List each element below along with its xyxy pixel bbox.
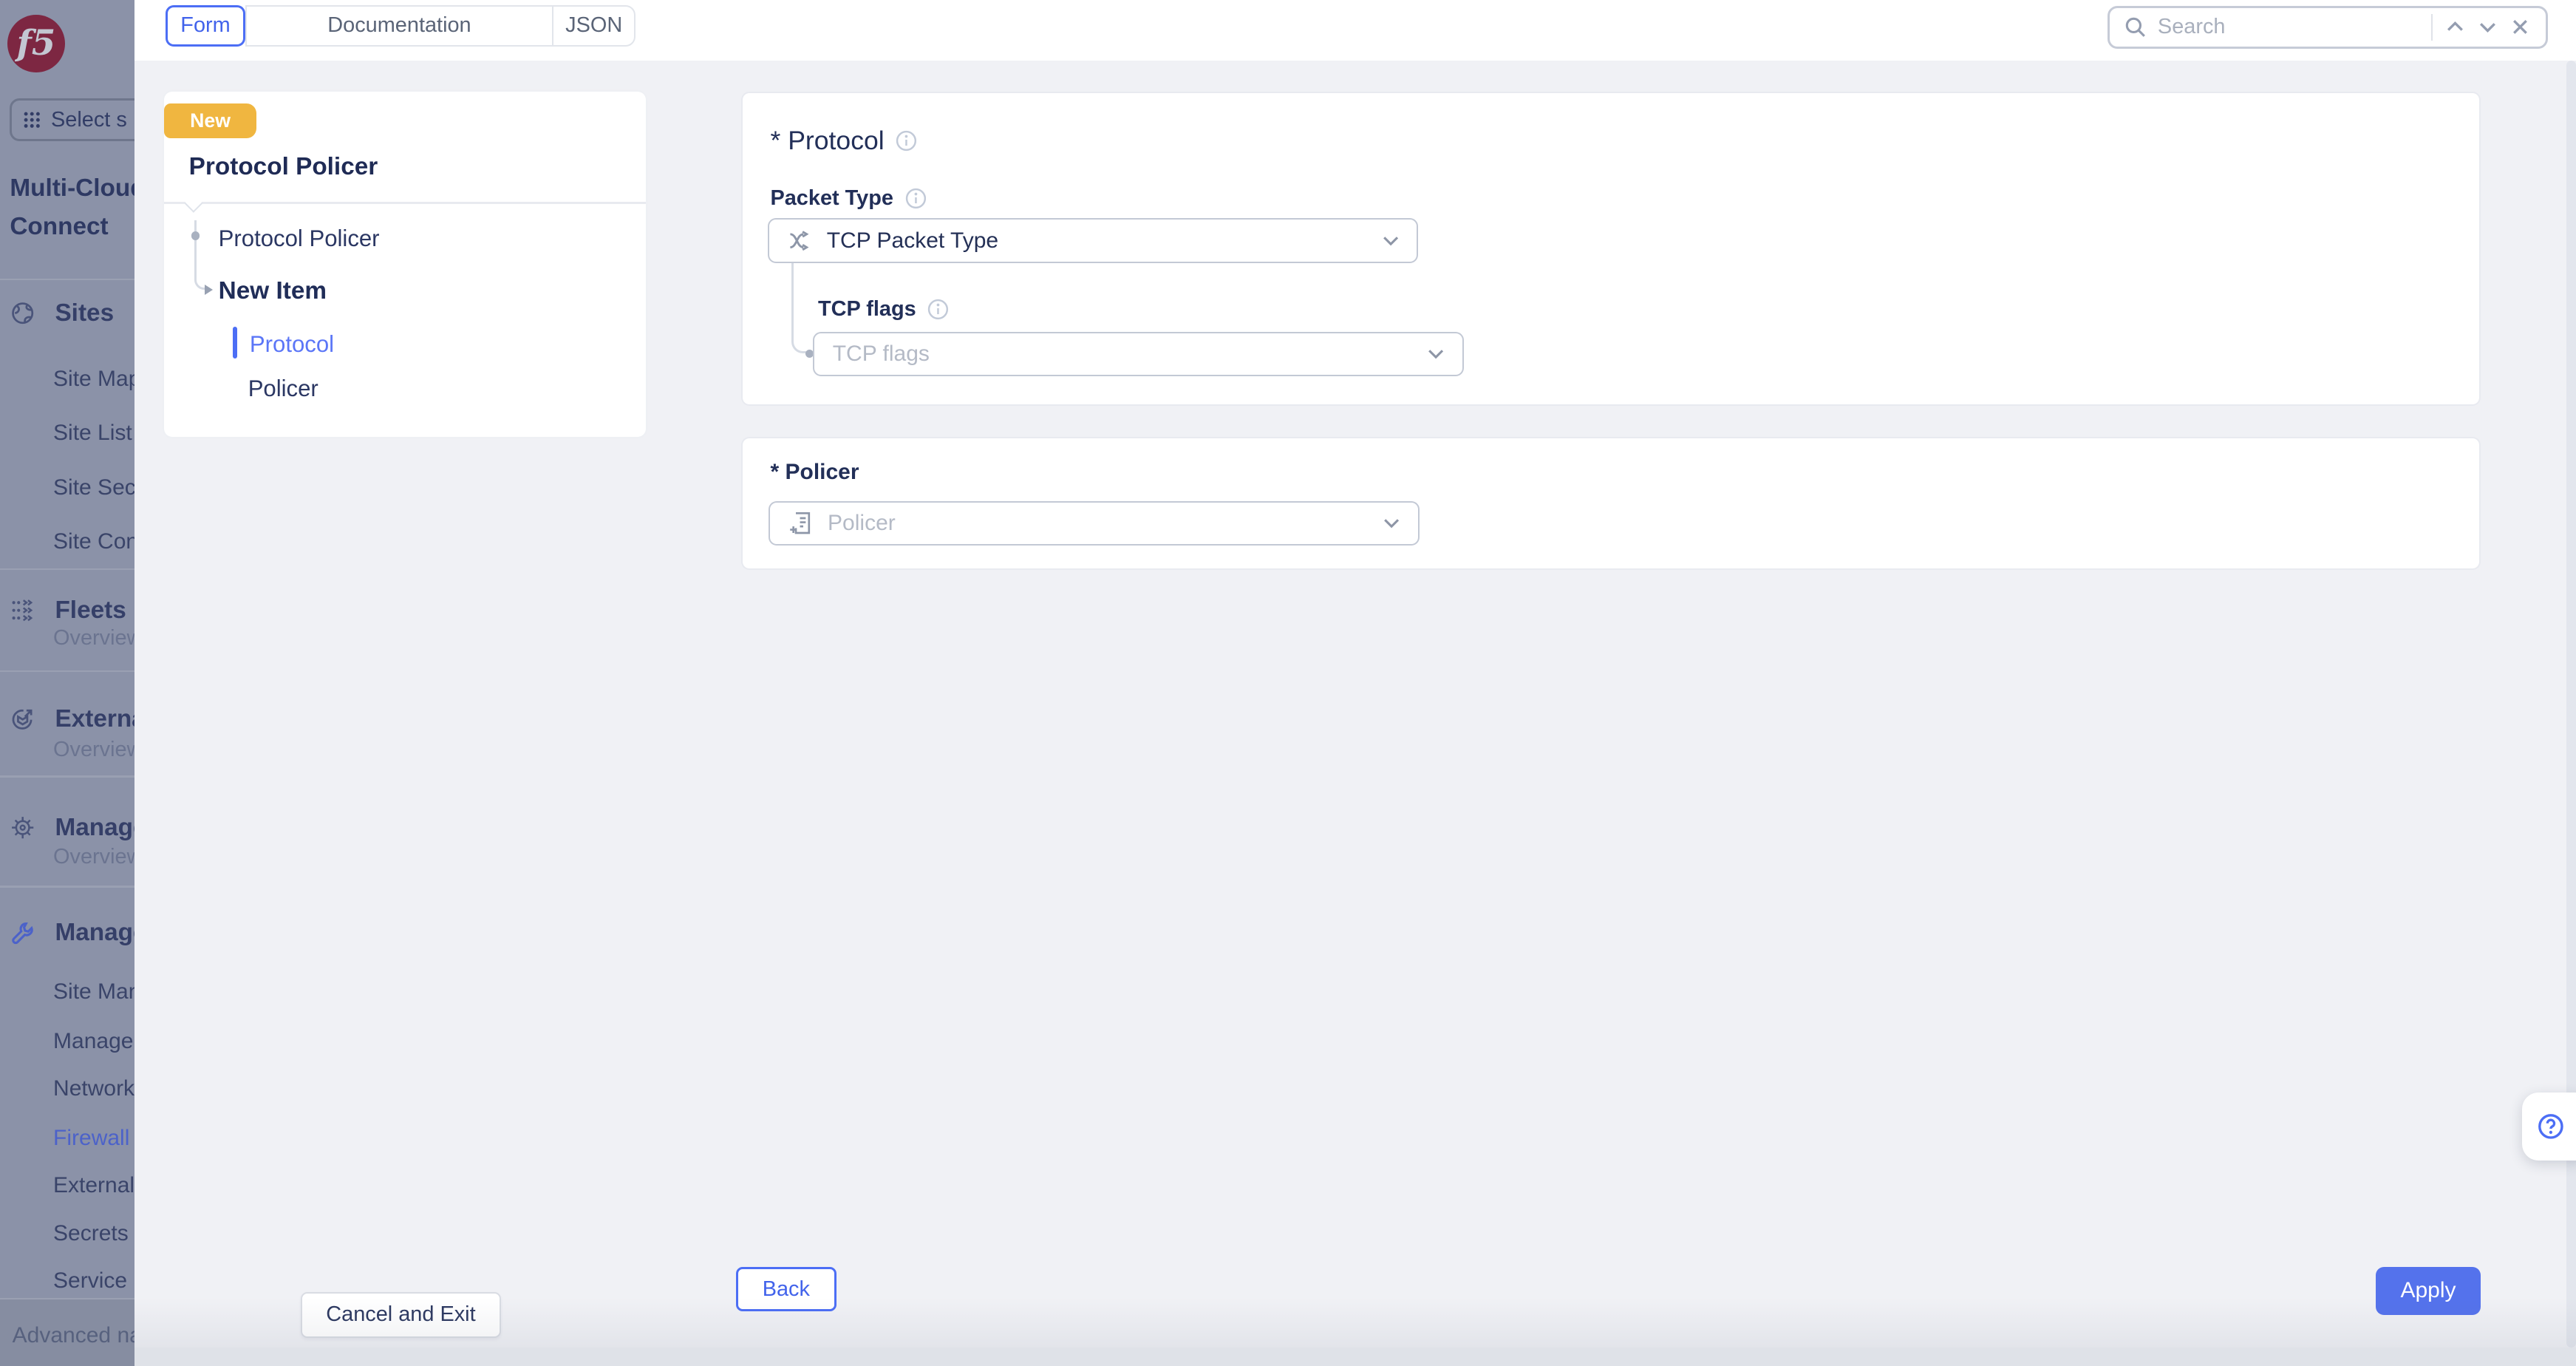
f5-logo: f5 (7, 15, 65, 72)
select-service-button[interactable]: Select s (10, 98, 135, 141)
chevron-up-icon[interactable] (2444, 16, 2466, 38)
info-icon[interactable] (896, 130, 917, 152)
object-editor-modal: Form Documentation JSON New Protoc (134, 0, 2576, 1366)
chevron-down-icon (1383, 235, 1399, 247)
sidebar-item-site-list[interactable]: Site List (53, 421, 134, 446)
chevron-down-icon[interactable] (2477, 16, 2498, 38)
wrench-icon (10, 920, 35, 945)
sidebar-item-site-map[interactable]: Site Map (53, 367, 134, 392)
tab-group: Documentation JSON (245, 5, 636, 47)
app-root: f5 Select s Multi-Cloud Connect Sites Si… (0, 0, 2576, 1366)
chevron-down-icon (1428, 348, 1444, 360)
sidebar-item-fleets[interactable]: Fleets (0, 597, 134, 625)
chevron-down-icon (1383, 517, 1400, 529)
close-icon[interactable] (2509, 16, 2531, 38)
sidebar-item-fleets-overview[interactable]: Overview (53, 626, 134, 650)
nested-field-connector (791, 263, 809, 353)
sidebar-item-external[interactable]: Externa (0, 705, 134, 733)
sidebar-item-site-management[interactable]: Site Man (53, 979, 134, 1005)
sidebar-footer: Advanced nav (0, 1298, 134, 1365)
sidebar-item-firewall[interactable]: Firewall (53, 1126, 134, 1151)
help-icon (2537, 1112, 2565, 1141)
select-service-label: Select s (51, 108, 127, 132)
tab-json[interactable]: JSON (553, 7, 634, 45)
sidebar-item-external-overview[interactable]: Overview (53, 738, 134, 762)
globe-icon (10, 301, 35, 325)
advanced-nav-label[interactable]: Advanced nav (13, 1323, 135, 1348)
editor-content: New Protocol Policer Protocol Policer Ne… (134, 61, 2576, 1365)
tree-selected-indicator (233, 327, 237, 358)
cancel-and-exit-button[interactable]: Cancel and Exit (301, 1292, 501, 1338)
sidebar-item-label: Sites (55, 299, 114, 327)
packet-type-value: TCP Packet Type (827, 228, 1368, 254)
tree-bullet (191, 231, 200, 239)
document-select-icon (788, 511, 813, 535)
search-input[interactable] (2158, 15, 2419, 39)
sidebar-item-managed-overview[interactable]: Overview (53, 845, 134, 869)
info-icon[interactable] (905, 188, 927, 209)
sidebar-item-sites[interactable]: Sites (0, 299, 134, 327)
policer-section-card: * Policer Policer (741, 437, 2481, 570)
product-title: Multi-Cloud Connect (10, 169, 134, 247)
back-button[interactable]: Back (736, 1267, 836, 1311)
sidebar-item-site-connectivity[interactable]: Site Con (53, 529, 134, 554)
sidebar-item-managed[interactable]: Manage (0, 814, 134, 842)
bottom-edge-band (134, 1348, 2576, 1365)
editor-tabbar: Form Documentation JSON (134, 0, 2576, 61)
sidebar-item-site-security[interactable]: Site Secu (53, 475, 134, 500)
tcp-flags-select[interactable]: TCP flags (813, 332, 1463, 376)
packet-type-select[interactable]: TCP Packet Type (768, 218, 1418, 263)
branch-select-icon (787, 228, 811, 253)
sidebar-item-label: Manage (55, 919, 134, 947)
search-divider (2431, 14, 2433, 41)
tree-panel: New Protocol Policer Protocol Policer Ne… (164, 92, 645, 437)
tab-form[interactable]: Form (166, 5, 245, 47)
policer-placeholder: Policer (828, 511, 1369, 536)
new-badge: New (164, 103, 256, 138)
grid-icon (23, 111, 41, 129)
sidebar-item-secrets[interactable]: Secrets (53, 1221, 134, 1246)
apply-button[interactable]: Apply (2376, 1267, 2481, 1314)
sidebar-dimmed: f5 Select s Multi-Cloud Connect Sites Si… (0, 0, 134, 1366)
helm-icon (10, 815, 35, 840)
tcp-flags-placeholder: TCP flags (833, 342, 1413, 367)
sidebar-item-label: Fleets (55, 597, 126, 625)
tree-item-protocol[interactable]: Protocol (250, 331, 334, 358)
tree-connector (194, 220, 208, 290)
protocol-section-title: * Protocol (770, 126, 884, 156)
tree-item-policer[interactable]: Policer (248, 376, 318, 402)
fleet-icon (10, 598, 35, 622)
policer-section-title: * Policer (770, 460, 859, 485)
search-box[interactable] (2108, 6, 2548, 49)
help-button[interactable] (2522, 1093, 2576, 1160)
sidebar-item-networking[interactable]: Network (53, 1076, 134, 1101)
info-icon[interactable] (927, 299, 949, 320)
protocol-section-card: * Protocol Packet Type TCP Packet Typ (741, 92, 2481, 406)
tree-item-protocol-policer[interactable]: Protocol Policer (219, 225, 380, 252)
tab-documentation[interactable]: Documentation (247, 7, 553, 45)
sidebar-item-external-sub[interactable]: External (53, 1173, 134, 1198)
shield-arrow-icon (10, 707, 35, 731)
sidebar-item-label: Externa (55, 705, 134, 733)
tree-divider (164, 202, 645, 203)
tree-arrow-icon (205, 285, 213, 295)
tree-divider-notch (185, 194, 203, 212)
packet-type-label: Packet Type (770, 186, 893, 211)
f5-logo-text: f5 (17, 23, 56, 64)
tree-item-new-item[interactable]: New Item (219, 277, 327, 305)
tree-heading: Protocol Policer (189, 153, 378, 181)
sidebar-item-manage-sub[interactable]: Manage (53, 1029, 134, 1054)
tcp-flags-label: TCP flags (818, 297, 916, 322)
sidebar-item-service-policies[interactable]: Service P (53, 1268, 134, 1294)
sidebar-item-manage[interactable]: Manage (0, 919, 134, 947)
sidebar-item-label: Manage (55, 814, 134, 842)
search-icon (2124, 16, 2146, 38)
policer-select[interactable]: Policer (769, 501, 1419, 546)
